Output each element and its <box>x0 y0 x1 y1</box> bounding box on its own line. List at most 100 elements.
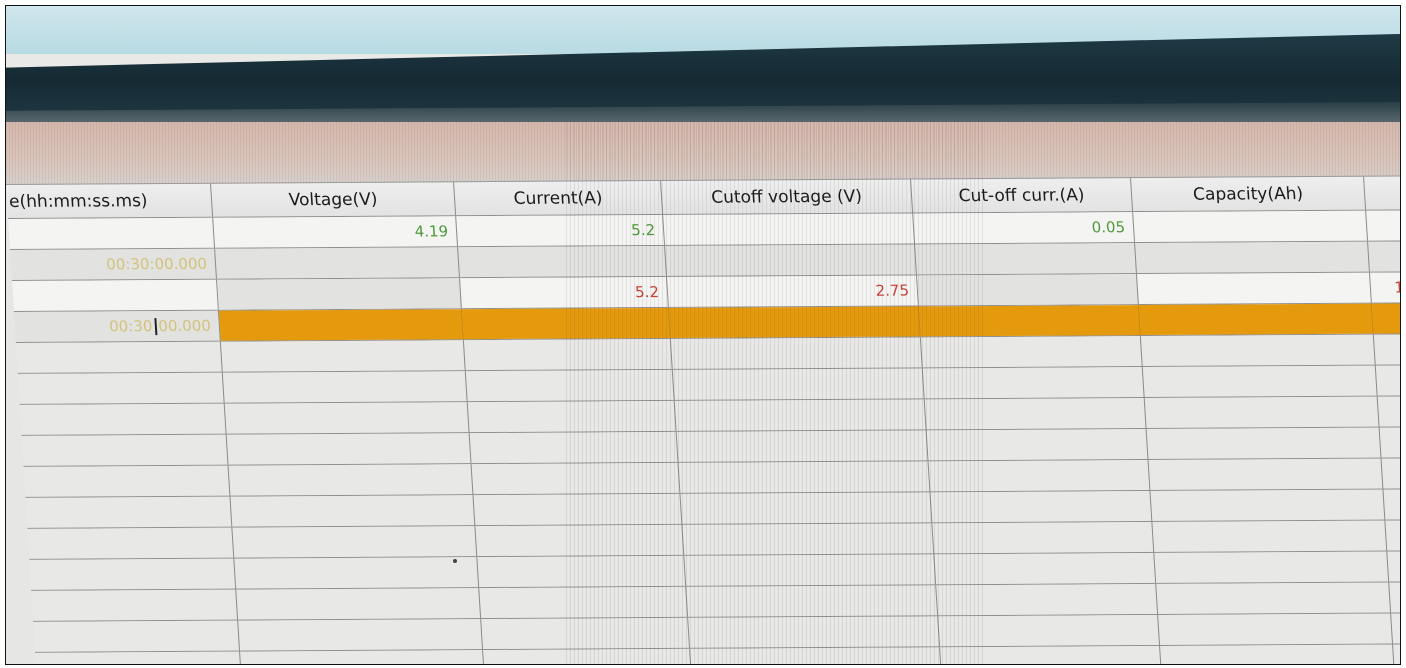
empty-cell[interactable] <box>682 523 935 555</box>
cell-capacity[interactable] <box>1136 272 1372 305</box>
empty-cell[interactable] <box>924 398 1147 430</box>
cell-cutoff-voltage[interactable] <box>665 244 917 276</box>
empty-cell[interactable] <box>930 491 1153 523</box>
empty-cell[interactable] <box>463 338 673 371</box>
empty-cell[interactable] <box>1150 489 1386 522</box>
empty-cell[interactable] <box>222 371 468 403</box>
empty-cell[interactable] <box>479 586 689 619</box>
cell-voltage[interactable] <box>218 309 464 341</box>
cell-voltage[interactable]: 4.19 <box>213 216 459 248</box>
empty-cell[interactable] <box>27 527 235 559</box>
empty-cell[interactable] <box>1158 613 1393 645</box>
empty-cell[interactable] <box>236 588 482 620</box>
cell-time[interactable]: 00:30:00.000 <box>10 248 217 280</box>
cell-extra[interactable]: 1 <box>1366 210 1400 240</box>
empty-cell[interactable] <box>1393 644 1400 664</box>
cell-voltage[interactable] <box>215 247 460 279</box>
empty-cell[interactable] <box>1382 458 1400 488</box>
empty-cell[interactable] <box>1378 396 1400 426</box>
cell-current[interactable]: 5.2 <box>456 214 666 247</box>
empty-cell[interactable] <box>477 555 687 588</box>
empty-cell[interactable] <box>680 492 933 524</box>
empty-cell[interactable] <box>1148 458 1384 491</box>
column-header-extra[interactable] <box>1364 176 1400 209</box>
empty-cell[interactable] <box>674 399 927 431</box>
cell-current[interactable] <box>461 307 671 340</box>
empty-cell[interactable] <box>1374 334 1400 364</box>
empty-cell[interactable] <box>1383 489 1400 519</box>
cell-cutoff-voltage[interactable] <box>668 306 921 338</box>
column-header-cutoff-current[interactable]: Cut-off curr.(A) <box>911 178 1134 213</box>
empty-cell[interactable] <box>922 367 1145 399</box>
cell-capacity[interactable] <box>1135 241 1370 274</box>
column-header-time[interactable]: e(hh:mm:ss.ms) <box>6 183 214 218</box>
empty-cell[interactable] <box>1146 427 1382 460</box>
empty-cell[interactable] <box>920 336 1143 368</box>
empty-cell[interactable] <box>932 522 1155 554</box>
empty-cell[interactable] <box>471 462 681 495</box>
empty-cell[interactable] <box>1385 520 1400 550</box>
empty-cell[interactable] <box>228 464 474 496</box>
empty-cell[interactable] <box>23 465 231 497</box>
empty-cell[interactable] <box>240 650 485 664</box>
empty-cell[interactable] <box>481 617 691 650</box>
cell-cutoff-current[interactable]: 0.05 <box>913 212 1136 244</box>
column-header-capacity[interactable]: Capacity(Ah) <box>1131 176 1367 212</box>
empty-cell[interactable] <box>686 585 939 617</box>
empty-cell[interactable] <box>21 434 229 466</box>
empty-cell[interactable] <box>1389 582 1400 612</box>
cell-cutoff-voltage[interactable] <box>663 213 916 245</box>
cell-cutoff-current[interactable] <box>916 274 1139 306</box>
cell-current[interactable]: 5.2 <box>460 276 669 309</box>
empty-cell[interactable] <box>469 431 679 464</box>
empty-cell[interactable] <box>226 433 472 465</box>
empty-cell[interactable] <box>928 460 1151 492</box>
empty-cell[interactable] <box>15 341 223 373</box>
empty-cell[interactable] <box>1391 613 1400 643</box>
empty-cell[interactable] <box>238 619 484 651</box>
cell-time-editing[interactable]: 00:30 00.000 <box>13 310 221 342</box>
empty-cell[interactable] <box>934 552 1157 585</box>
cell-current[interactable] <box>458 245 667 278</box>
column-header-voltage[interactable]: Voltage(V) <box>211 182 457 217</box>
empty-cell[interactable] <box>1142 365 1378 398</box>
empty-cell[interactable] <box>25 496 233 528</box>
empty-cell[interactable] <box>676 430 929 462</box>
cell-extra[interactable]: 1 <box>1368 241 1400 271</box>
cell-voltage[interactable] <box>217 278 462 310</box>
empty-cell[interactable] <box>688 616 941 648</box>
empty-cell[interactable] <box>220 340 466 372</box>
empty-cell[interactable] <box>17 372 225 404</box>
empty-cell[interactable] <box>31 589 239 621</box>
empty-cell[interactable] <box>475 524 685 557</box>
empty-cell[interactable] <box>1160 644 1395 664</box>
empty-cell[interactable] <box>230 495 476 527</box>
column-header-current[interactable]: Current(A) <box>454 180 664 216</box>
empty-cell[interactable] <box>232 526 478 558</box>
cell-cutoff-current[interactable] <box>915 243 1137 275</box>
empty-cell[interactable] <box>473 493 683 526</box>
empty-cell[interactable] <box>926 429 1149 461</box>
column-header-cutoff-voltage[interactable]: Cutoff voltage (V) <box>661 179 914 214</box>
empty-cell[interactable] <box>1156 582 1392 614</box>
empty-cell[interactable] <box>483 648 692 664</box>
empty-cell[interactable] <box>1380 427 1400 457</box>
empty-cell[interactable] <box>670 337 923 369</box>
empty-cell[interactable] <box>19 403 227 435</box>
cell-time[interactable] <box>12 279 219 311</box>
cell-capacity[interactable] <box>1138 303 1374 336</box>
empty-cell[interactable] <box>1140 334 1376 367</box>
empty-cell[interactable] <box>678 461 931 493</box>
cell-time[interactable] <box>8 217 216 249</box>
empty-cell[interactable] <box>1154 551 1390 583</box>
empty-cell[interactable] <box>33 620 241 652</box>
empty-cell[interactable] <box>690 647 942 664</box>
cell-extra[interactable]: 1 r <box>1370 272 1400 302</box>
cell-extra[interactable] <box>1371 303 1400 334</box>
empty-cell[interactable] <box>940 645 1162 664</box>
empty-cell[interactable] <box>1144 396 1380 429</box>
cell-capacity[interactable] <box>1133 210 1369 243</box>
empty-cell[interactable] <box>938 614 1161 647</box>
cell-cutoff-current[interactable] <box>918 305 1141 337</box>
empty-cell[interactable] <box>936 583 1159 616</box>
